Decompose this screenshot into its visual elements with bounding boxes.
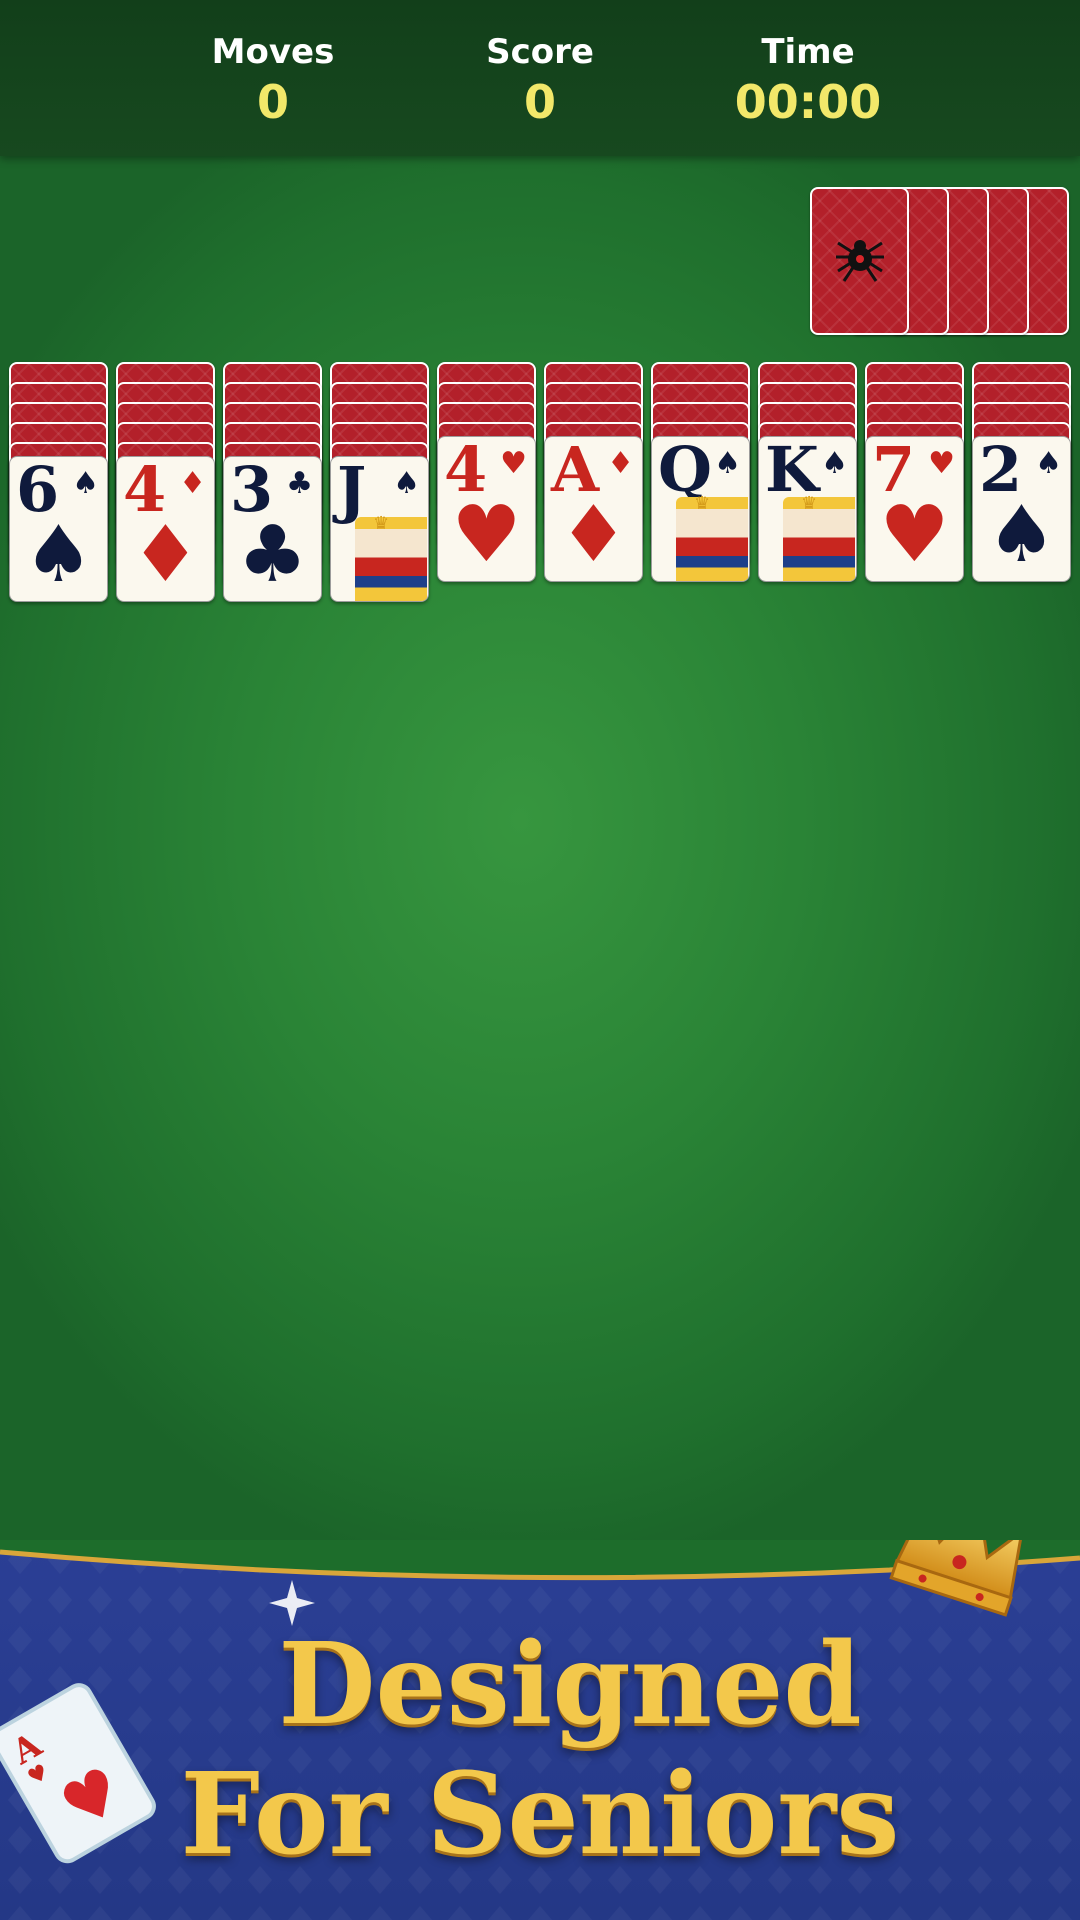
card-suit-large: ♦ xyxy=(558,490,629,580)
score-value: 0 xyxy=(523,75,556,129)
time-stat: Time 00:00 xyxy=(698,30,918,130)
faceup-card[interactable]: 4 ♦ ♦ xyxy=(116,456,215,602)
card-suit-small: ♥ xyxy=(928,446,955,481)
card-suit-small: ♦ xyxy=(607,446,634,481)
card-suit-small: ♠ xyxy=(714,446,741,481)
court-figure-icon: ♛ xyxy=(783,493,855,581)
card-suit-large: ♣ xyxy=(237,510,308,600)
card-suit-small: ♠ xyxy=(72,466,99,501)
card-suit-small: ♣ xyxy=(286,466,313,501)
time-label: Time xyxy=(761,32,855,72)
card-suit-large: ♥ xyxy=(451,490,522,580)
card-rank: J xyxy=(337,456,367,526)
faceup-card[interactable]: 6 ♠ ♠ xyxy=(9,456,108,602)
card-suit-large: ♦ xyxy=(130,510,201,600)
card-suit-large: ♥ xyxy=(879,490,950,580)
time-value: 00:00 xyxy=(734,75,882,129)
card-suit-small: ♦ xyxy=(179,466,206,501)
faceup-card[interactable]: 2 ♠ ♠ xyxy=(972,436,1071,582)
court-figure-icon: ♛ xyxy=(676,493,748,581)
card-suit-large: ♠ xyxy=(23,510,94,600)
court-figure-icon: ♛ xyxy=(355,513,427,601)
card-suit-small: ♠ xyxy=(1035,446,1062,481)
card-suit-small: ♠ xyxy=(393,466,420,501)
banner-headline-line1: Designed xyxy=(278,1619,862,1750)
faceup-card[interactable]: A ♦ ♦ xyxy=(544,436,643,582)
card-suit-small: ♠ xyxy=(821,446,848,481)
score-label: Score xyxy=(486,32,594,72)
faceup-card[interactable]: 3 ♣ ♣ xyxy=(223,456,322,602)
moves-stat: Moves 0 xyxy=(163,30,383,130)
moves-value: 0 xyxy=(256,75,289,129)
card-suit-small: ♥ xyxy=(500,446,527,481)
faceup-card[interactable]: J ♠ ♛ xyxy=(330,456,429,602)
faceup-card[interactable]: 4 ♥ ♥ xyxy=(437,436,536,582)
stock-card-top[interactable] xyxy=(810,187,909,335)
card-suit-large: ♠ xyxy=(986,490,1057,580)
banner-headline-line2: For Seniors xyxy=(180,1749,900,1880)
score-stat: Score 0 xyxy=(430,30,650,130)
faceup-card[interactable]: Q ♠ ♛ xyxy=(651,436,750,582)
moves-label: Moves xyxy=(211,32,335,72)
spider-icon xyxy=(832,229,888,285)
faceup-card[interactable]: 7 ♥ ♥ xyxy=(865,436,964,582)
stats-bar: Moves 0 Score 0 Time 00:00 xyxy=(0,0,1080,156)
faceup-card[interactable]: K ♠ ♛ xyxy=(758,436,857,582)
